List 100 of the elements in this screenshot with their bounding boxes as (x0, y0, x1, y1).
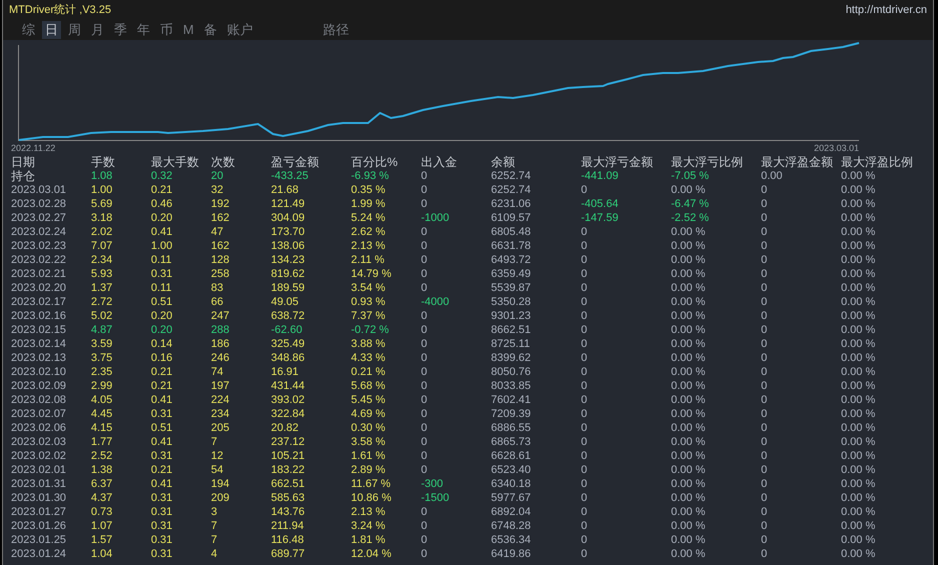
table-cell-text: 0.00 % (841, 197, 876, 211)
tab[interactable]: 日 (42, 21, 61, 39)
table-cell-text: 192 (211, 197, 230, 211)
table-cell-text: 2023.02.13 (11, 351, 68, 365)
table-cell-text: 1.08 (91, 169, 114, 183)
table-cell-text: 0.00 % (841, 463, 876, 477)
table-cell-text: 0 (581, 519, 588, 533)
table-cell-text: 2023.01.27 (11, 505, 68, 519)
table-cell-text: 0 (581, 183, 588, 197)
table-cell-text: 1.04 (91, 547, 114, 561)
table-cell-text: 2023.01.26 (11, 519, 68, 533)
column-header: 最大浮亏比例 (671, 155, 744, 169)
table-cell-text: 6231.06 (491, 197, 532, 211)
table-cell-text: 6536.34 (491, 533, 532, 547)
tab[interactable]: M (180, 21, 197, 39)
table-cell-text: 0 (761, 225, 768, 239)
table-cell-text: 0 (581, 435, 588, 449)
table-cell-text: 0.31 (151, 491, 174, 505)
table-cell-text: 194 (211, 477, 230, 491)
table-cell-text: 0 (581, 281, 588, 295)
table-cell-text: 0 (581, 477, 588, 491)
table-cell-text: 0 (761, 491, 768, 505)
table-cell-text: 0 (761, 239, 768, 253)
table-cell-text: 持仓 (11, 169, 36, 183)
tab[interactable]: 季 (111, 21, 130, 39)
table-cell-text: 0 (581, 407, 588, 421)
table-cell-text: 0.00 % (841, 547, 876, 561)
table-cell-text: 0.00 % (841, 267, 876, 281)
table-cell-text: 0.00 % (671, 379, 706, 393)
column-header: 次数 (211, 155, 236, 169)
table-cell-text: 2023.02.21 (11, 267, 68, 281)
table-cell-text: 0 (761, 519, 768, 533)
table-cell-text: 0 (581, 393, 588, 407)
tab[interactable]: 币 (157, 21, 176, 39)
table-cell-text: 2.35 (91, 365, 114, 379)
table-cell-text: 7 (211, 519, 218, 533)
table-cell-text: 0 (421, 351, 428, 365)
table-cell-text: 0 (761, 379, 768, 393)
tab[interactable]: 周 (65, 21, 84, 39)
website-link[interactable]: http://mtdriver.cn (846, 2, 927, 18)
table-cell-text: 0 (581, 253, 588, 267)
table-cell-text: 0 (421, 407, 428, 421)
table-cell-text: 0.31 (151, 519, 174, 533)
table-cell-text: 0.00 % (671, 505, 706, 519)
table-cell-text: 0.20 (151, 323, 174, 337)
table-cell-text: 3.88 % (351, 337, 386, 351)
table-cell-text: 0.00 % (671, 309, 706, 323)
table-cell-text: 0 (581, 323, 588, 337)
table-cell-text: 1.77 (91, 435, 114, 449)
table-cell-text: 0 (421, 547, 428, 561)
table-cell-text: 0.35 % (351, 183, 386, 197)
table-cell-text: 0 (421, 379, 428, 393)
tab[interactable]: 路径 (320, 21, 352, 39)
table-cell-text: 1.61 % (351, 449, 386, 463)
table-cell-text: 0.00 % (671, 351, 706, 365)
table-cell-text: 0 (421, 169, 428, 183)
table-cell-text: 0.31 (151, 449, 174, 463)
table-cell-text: 3.75 (91, 351, 114, 365)
table-cell-text: 0.21 (151, 379, 174, 393)
table-cell-text: 0 (581, 225, 588, 239)
table-cell-text: -147.59 (581, 211, 620, 225)
table-cell-text: 0.00 % (841, 435, 876, 449)
table-cell-text: 1.00 (91, 183, 114, 197)
table-cell-text: 819.62 (271, 267, 306, 281)
table-cell-text: 6109.57 (491, 211, 532, 225)
tab[interactable]: 账户 (224, 21, 256, 39)
table-cell-text: 0 (421, 253, 428, 267)
table-cell-text: 2023.02.16 (11, 309, 68, 323)
table-cell-text: 4.33 % (351, 351, 386, 365)
table-cell-text: 2023.02.24 (11, 225, 68, 239)
table-cell-text: 0.00 % (841, 449, 876, 463)
table-cell-text: 0.11 (151, 253, 173, 267)
table-cell-text: 3.24 % (351, 519, 386, 533)
table-cell-text: 0 (761, 351, 768, 365)
tab[interactable]: 年 (134, 21, 153, 39)
table-cell-text: 6892.04 (491, 505, 532, 519)
table-cell-text: 2.62 % (351, 225, 386, 239)
table-cell-text: 0.00 % (841, 519, 876, 533)
table-cell-text: 0.20 (151, 309, 174, 323)
table-cell-text: 209 (211, 491, 230, 505)
table-cell-text: 0 (421, 533, 428, 547)
tab[interactable]: 综 (19, 21, 38, 39)
table-cell-text: 0.00 % (841, 393, 876, 407)
table-cell-text: 20 (211, 169, 224, 183)
table-cell-text: 0 (421, 421, 428, 435)
table-cell-text: 0 (761, 435, 768, 449)
table-cell-text: 1.99 % (351, 197, 386, 211)
table-cell-text: 0 (421, 519, 428, 533)
tab[interactable]: 月 (88, 21, 107, 39)
table-cell-text: 4.37 (91, 491, 114, 505)
table-cell-text: 0 (761, 449, 768, 463)
table-cell-text: 0 (761, 253, 768, 267)
table-cell-text: 0.00 % (841, 491, 876, 505)
table-cell-text: 9301.23 (491, 309, 532, 323)
table-cell-text: 2.11 % (351, 253, 386, 267)
tab[interactable]: 备 (200, 21, 220, 39)
column-header: 日期 (11, 155, 36, 169)
table-cell-text: -7.05 % (671, 169, 710, 183)
column-header: 出入金 (421, 155, 458, 169)
table-cell-text: 16.91 (271, 365, 300, 379)
